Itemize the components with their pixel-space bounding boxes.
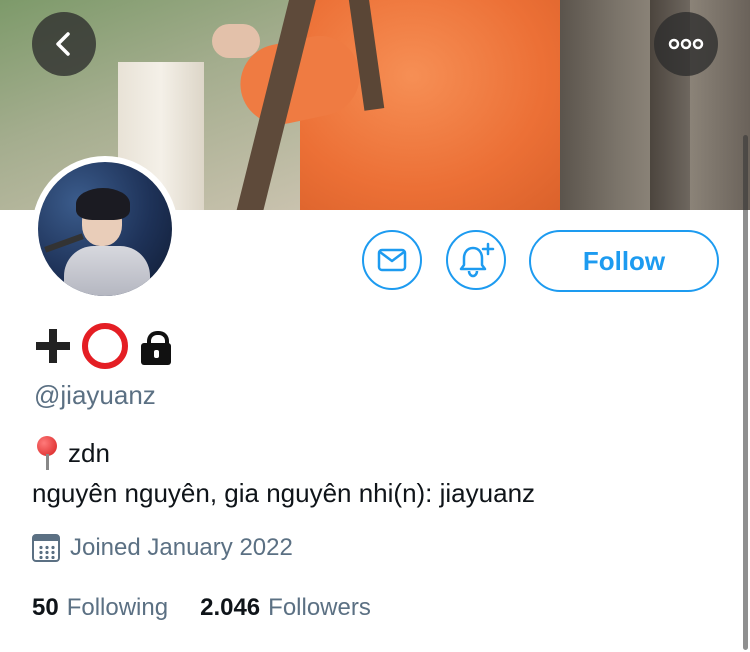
avatar-hair (76, 188, 130, 220)
plus-icon (34, 327, 72, 365)
banner-hand (212, 24, 260, 58)
joined-text: Joined January 2022 (70, 534, 293, 561)
following-label[interactable]: Following (67, 594, 168, 622)
follow-button[interactable]: Follow (529, 230, 719, 292)
more-icon (668, 38, 704, 50)
more-button[interactable] (654, 12, 718, 76)
display-name (34, 323, 172, 369)
followers-label[interactable]: Followers (268, 594, 371, 622)
chevron-left-icon (56, 32, 70, 56)
joined-date: Joined January 2022 (32, 534, 293, 562)
username-handle: @jiayuanz (34, 380, 156, 410)
following-count[interactable]: 50 (32, 594, 59, 622)
followers-count[interactable]: 2.046 (200, 594, 260, 622)
notifications-button[interactable] (446, 230, 506, 290)
bio-location-text: zdn (68, 437, 110, 468)
bio-location-line: zdn (34, 436, 110, 470)
calendar-icon (32, 534, 60, 562)
red-ring-icon (82, 323, 128, 369)
follow-stats: 50 Following 2.046 Followers (32, 594, 371, 622)
scrollbar[interactable] (743, 135, 748, 650)
lock-icon (138, 329, 172, 365)
avatar-shirt (64, 246, 150, 296)
back-button[interactable] (32, 12, 96, 76)
mail-icon (377, 248, 407, 272)
avatar-image (38, 162, 172, 296)
avatar[interactable] (32, 156, 178, 302)
message-button[interactable] (362, 230, 422, 290)
pin-icon (34, 436, 60, 470)
bio-text: nguyên nguyên, gia nguyên nhi(n): jiayua… (32, 478, 536, 508)
bell-plus-icon (459, 242, 495, 278)
